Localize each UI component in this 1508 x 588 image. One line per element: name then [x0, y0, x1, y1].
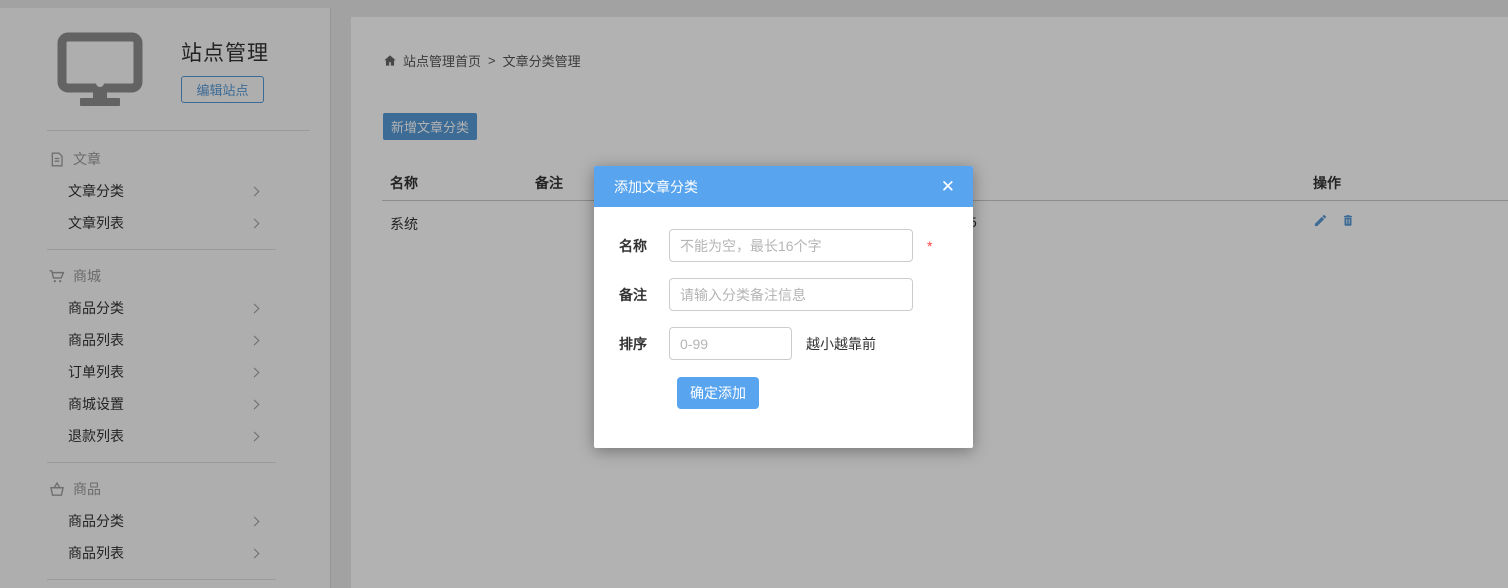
note-input[interactable] [669, 278, 913, 311]
page: 站点管理 编辑站点 文章 文章分类 文章列表 [0, 0, 1508, 588]
modal-header: 添加文章分类 ✕ [594, 166, 973, 207]
name-input[interactable] [669, 229, 913, 262]
confirm-add-button[interactable]: 确定添加 [677, 377, 759, 409]
sort-hint: 越小越靠前 [806, 334, 876, 354]
sort-field-row: 排序 越小越靠前 [594, 327, 973, 360]
name-field-row: 名称 * [594, 229, 973, 262]
modal-title: 添加文章分类 [614, 177, 939, 197]
note-field-label: 备注 [619, 285, 669, 305]
name-field-label: 名称 [619, 236, 669, 256]
close-icon[interactable]: ✕ [939, 176, 957, 197]
sort-field-label: 排序 [619, 334, 669, 354]
required-asterisk: * [927, 238, 932, 254]
modal-body: 名称 * 备注 排序 越小越靠前 确定添加 [594, 207, 973, 409]
add-article-category-modal: 添加文章分类 ✕ 名称 * 备注 排序 越小越靠前 确定添加 [594, 166, 973, 448]
sort-input[interactable] [669, 327, 792, 360]
note-field-row: 备注 [594, 278, 973, 311]
